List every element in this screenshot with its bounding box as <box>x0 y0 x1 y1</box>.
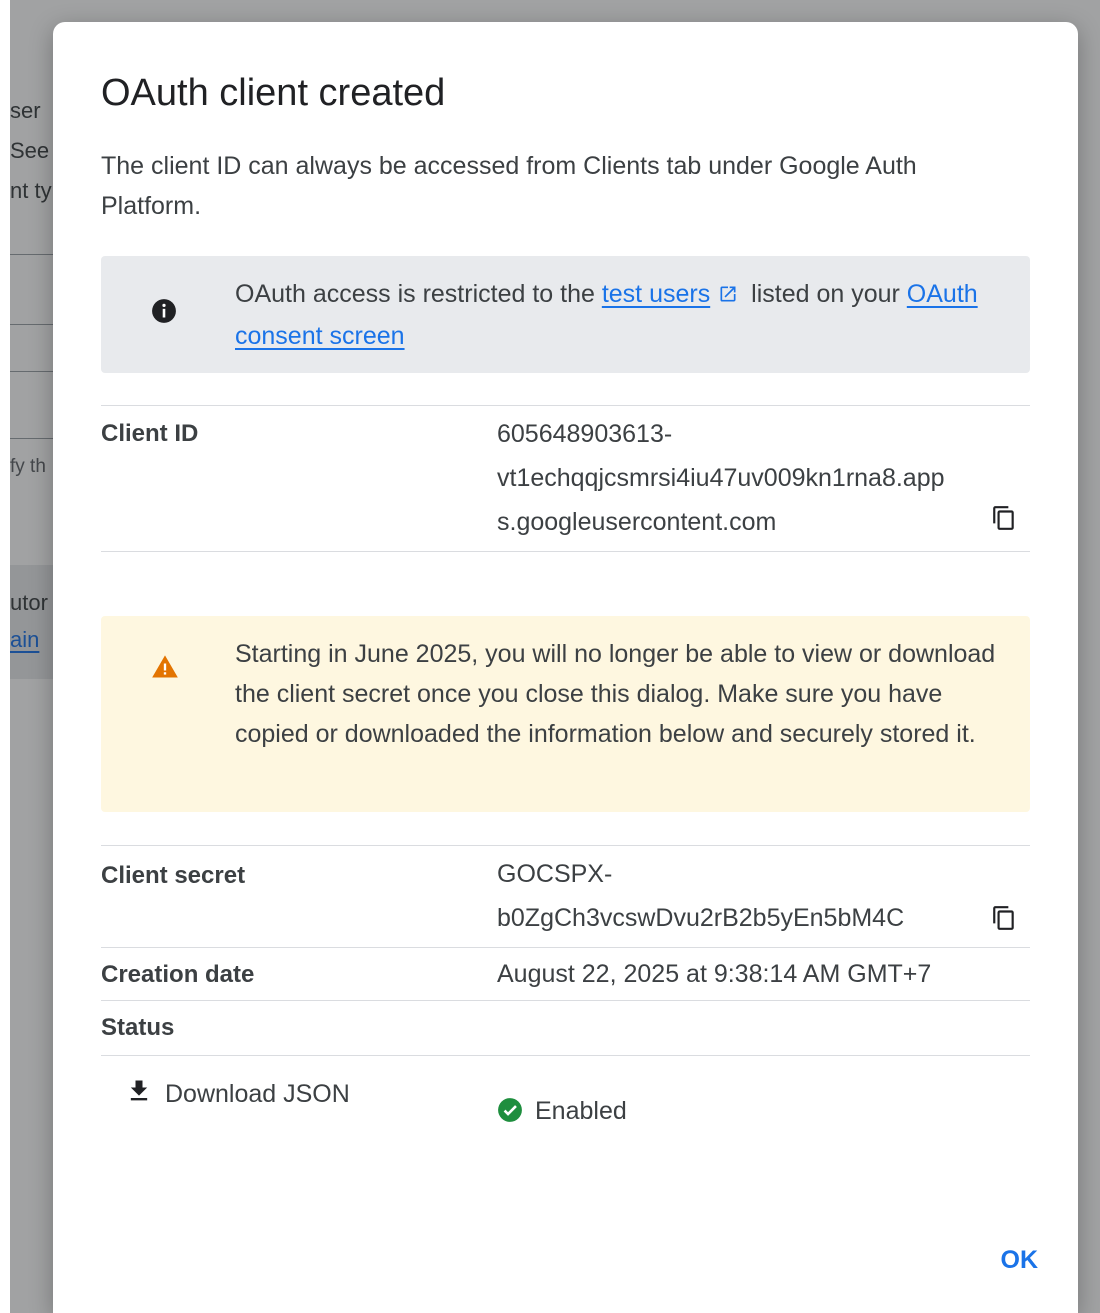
client-secret-value: GOCSPX- b0ZgCh3vcswDvu2rB2b5yEn5bM4C <box>497 860 905 932</box>
info-text-middle: listed on your <box>744 280 907 308</box>
copy-icon <box>991 505 1017 536</box>
client-secret-row: Client secret GOCSPX- b0ZgCh3vcswDvu2rB2… <box>101 845 1030 948</box>
status-row: Status Enabled <box>101 1000 1030 1125</box>
test-users-link[interactable]: test users <box>602 280 710 308</box>
creation-date-label: Creation date <box>101 961 255 988</box>
client-id-value: 605648903613- vt1echqqjcsmrsi4iu47uv009k… <box>497 420 945 536</box>
dialog-title: OAuth client created <box>101 72 446 114</box>
download-json-button[interactable]: Download JSON <box>125 1072 350 1116</box>
status-value: Enabled <box>497 1005 627 1137</box>
copy-client-id-button[interactable] <box>986 502 1022 538</box>
warning-banner-text: Starting in June 2025, you will no longe… <box>235 640 996 748</box>
oauth-client-created-dialog: OAuth client created The client ID can a… <box>53 22 1078 1313</box>
client-id-row: Client ID 605648903613- vt1echqqjcsmrsi4… <box>101 405 1030 552</box>
info-banner: OAuth access is restricted to the test u… <box>101 256 1030 373</box>
status-text: Enabled <box>535 1097 627 1125</box>
creation-date-value: August 22, 2025 at 9:38:14 AM GMT+7 <box>497 960 932 988</box>
client-id-label: Client ID <box>101 420 199 447</box>
status-label: Status <box>101 1014 175 1041</box>
warning-banner: Starting in June 2025, you will no longe… <box>101 616 1030 812</box>
info-icon <box>151 296 177 336</box>
dialog-description: The client ID can always be accessed fro… <box>101 152 917 220</box>
warning-icon <box>151 653 179 693</box>
open-in-new-icon <box>718 276 738 316</box>
creation-date-row: Creation date August 22, 2025 at 9:38:14… <box>101 947 1030 1001</box>
info-banner-text: OAuth access is restricted to the test u… <box>235 274 1000 356</box>
download-icon <box>125 1077 165 1112</box>
check-circle-icon <box>497 1049 523 1137</box>
copy-client-secret-button[interactable] <box>986 902 1022 938</box>
copy-icon <box>991 905 1017 936</box>
download-json-label: Download JSON <box>165 1079 350 1108</box>
info-text-before: OAuth access is restricted to the <box>235 280 602 308</box>
ok-button[interactable]: OK <box>1001 1238 1039 1283</box>
client-secret-label: Client secret <box>101 862 246 889</box>
